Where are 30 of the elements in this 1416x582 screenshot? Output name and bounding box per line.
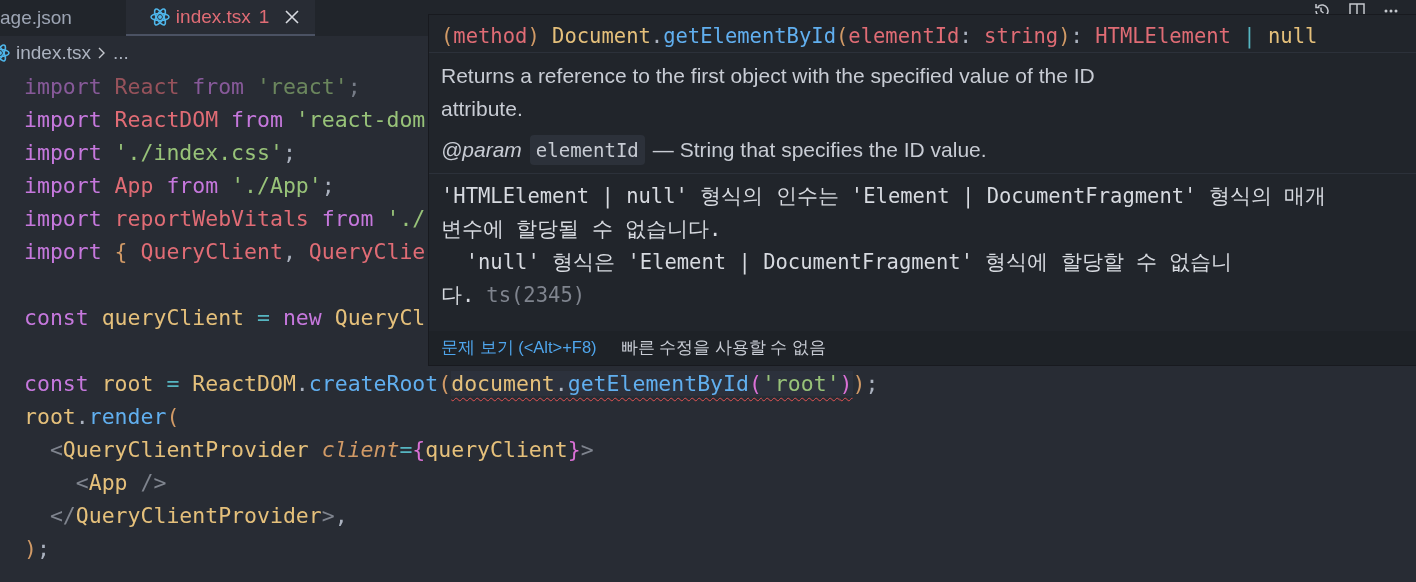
- editor-tab[interactable]: index.tsx 1: [125, 0, 316, 36]
- close-icon: [285, 10, 300, 24]
- param-tag: @param: [441, 135, 522, 165]
- view-problem-link[interactable]: 문제 보기 (<Alt>+F8): [441, 337, 597, 359]
- code-line: import { QueryClient, QueryClie: [24, 238, 426, 266]
- breadcrumb-item[interactable]: index.tsx: [16, 42, 91, 64]
- code-line: );: [24, 535, 50, 563]
- code-line: import reportWebVitals from './: [24, 205, 426, 233]
- code-line: import React from 'react';: [24, 73, 361, 101]
- code-line: import ReactDOM from 'react-dom: [24, 106, 426, 134]
- param-name: elementId: [529, 135, 645, 165]
- error-detail: 'null' 형식은 'Element | DocumentFragment' 형식에 할당할 수 없습니다. ts(2345): [441, 249, 1234, 309]
- editor-tab[interactable]: age.json: [0, 0, 86, 36]
- code-line: </QueryClientProvider>,: [48, 502, 348, 530]
- description-text: Returns a reference to the first object with the specified value of the ID attribute.: [441, 63, 1096, 122]
- react-icon: [149, 7, 170, 27]
- more-icon: [1384, 9, 1398, 13]
- param-description: — String that specifies the ID value.: [652, 137, 987, 163]
- code-line: const queryClient = new QueryCl: [24, 304, 426, 332]
- code-line: import './index.css';: [24, 139, 296, 167]
- chevron-icon: [97, 46, 107, 60]
- code-line: const root = ReactDOM.createRoot(document.getElementById('root'));: [24, 370, 879, 398]
- signature-text: (method) Document.getElementById(elementId: string): HTMLElement | null: [429, 15, 1416, 53]
- no-quick-fix-text: 빠른 수정을 사용할 수 없음: [620, 337, 826, 358]
- code-line: <App />: [74, 469, 167, 497]
- code-line: root.render(: [24, 403, 180, 431]
- code-line: <QueryClientProvider client={queryClient}>: [48, 436, 594, 464]
- error-message: 'HTMLElement | null' 형식의 인수는 'Element | DocumentFragment' 형식의 매개 변수에 할당될 수 없습니다.: [441, 183, 1328, 243]
- code-line: import App from './App';: [24, 172, 335, 200]
- breadcrumb-item[interactable]: ...: [113, 42, 129, 64]
